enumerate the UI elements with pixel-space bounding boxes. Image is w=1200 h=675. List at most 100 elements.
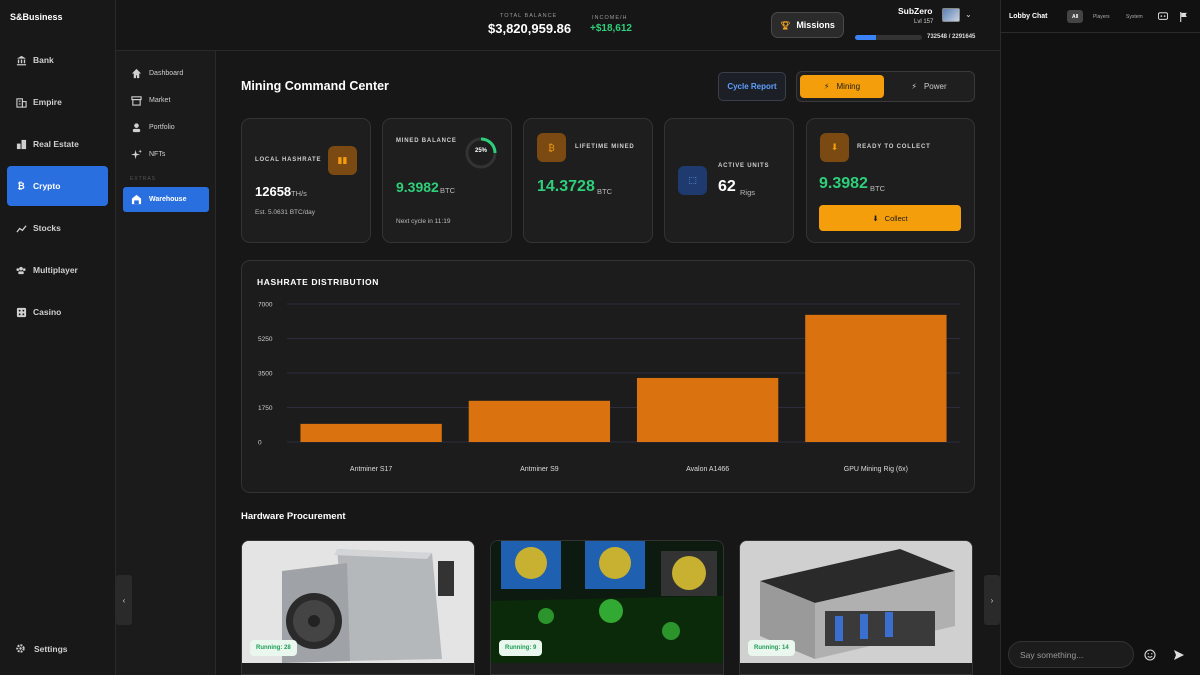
y-tick-label: 0 — [258, 440, 262, 447]
sparkle-icon — [131, 149, 142, 160]
main-content: Mining Command Center Cycle Report ⚡︎ Mi… — [216, 51, 1000, 675]
chat-tab-all[interactable]: All — [1067, 10, 1084, 23]
settings-label: Settings — [34, 644, 68, 654]
user-name[interactable]: SubZero — [898, 6, 932, 16]
nav-label: Casino — [33, 307, 62, 317]
missions-button[interactable]: 🏆︎ Missions — [771, 12, 844, 38]
xp-progress-bar — [855, 35, 922, 40]
subnav-label: Market — [149, 97, 171, 104]
collapse-chat-button[interactable]: › — [984, 575, 1000, 625]
subnav-item-dashboard[interactable]: Dashboard — [123, 61, 209, 86]
xp-progress-fill — [855, 35, 877, 40]
units-value: 62 — [718, 178, 736, 195]
chart-plot: 7000 5250 3500 1750 0 Antminer S17 Antminer S9… — [258, 302, 960, 473]
bolt-icon: ⚡︎ — [823, 82, 830, 91]
bar-chart-icon: ▮▮ — [328, 146, 357, 175]
hardware-card-antminer-s9[interactable]: Running: 9 — [490, 540, 724, 675]
main-sidebar: S&Business Bank Empire Real Estate ₿ Cry… — [0, 0, 116, 675]
nav-item-bank[interactable]: Bank — [7, 40, 108, 80]
collect-label: Collect — [884, 213, 908, 223]
x-tick-label: Antminer S17 — [350, 466, 393, 473]
mining-tab[interactable]: ⚡︎ Mining — [800, 75, 884, 98]
subnav-item-portfolio[interactable]: Portfolio — [123, 115, 209, 140]
nav-item-empire[interactable]: Empire — [7, 82, 108, 122]
y-tick-label: 7000 — [258, 302, 273, 309]
hardware-section-title: Hardware Procurement — [241, 511, 346, 522]
power-tab[interactable]: ⚡︎ Power — [887, 75, 971, 98]
card-active-units: ⬚ ACTIVE UNITS 62 Rigs — [664, 118, 794, 243]
income-value: +$18,612 — [590, 23, 632, 34]
nav-label: Crypto — [33, 181, 61, 191]
top-bar: TOTAL BALANCE $3,820,959.86 INCOME/H +$1… — [116, 0, 1000, 51]
bar[interactable] — [300, 423, 442, 442]
nav-item-crypto[interactable]: ₿ Crypto — [7, 166, 108, 206]
total-balance-value: $3,820,959.86 — [488, 21, 572, 36]
trophy-icon: 🏆︎ — [780, 20, 791, 30]
total-balance-label: TOTAL BALANCE — [500, 13, 558, 19]
nav-item-stocks[interactable]: Stocks — [7, 208, 108, 248]
x-tick-label: GPU Mining Rig (6x) — [844, 466, 908, 473]
user-level: Lvl 157 — [914, 19, 934, 25]
cycle-report-button[interactable]: Cycle Report — [718, 72, 786, 101]
chat-title: Lobby Chat — [1009, 13, 1048, 20]
card-label: READY TO COLLECT — [857, 144, 931, 150]
lifetime-unit: BTC — [597, 187, 612, 196]
cycle-progress-text: 25% — [474, 148, 487, 154]
download-icon: ⬇︎ — [872, 213, 879, 223]
collapse-sidebar-button[interactable]: ‹ — [116, 575, 132, 625]
flag-icon[interactable] — [1178, 11, 1189, 22]
mode-toggle: ⚡︎ Mining ⚡︎ Power — [796, 71, 975, 102]
bar[interactable] — [468, 400, 611, 442]
bitcoin-icon: ₿ — [537, 133, 566, 162]
brand-logo: S&Business — [10, 12, 63, 22]
bar[interactable] — [636, 377, 779, 442]
chat-header: Lobby Chat All Players System — [1001, 0, 1200, 33]
income-label: INCOME/H — [592, 15, 628, 21]
bank-icon — [15, 54, 27, 66]
collect-unit: BTC — [870, 184, 885, 193]
mined-unit: BTC — [440, 186, 455, 195]
emoji-icon[interactable] — [1143, 648, 1157, 662]
hashrate-estimate: Est. 5.0631 BTC/day — [255, 209, 315, 216]
card-footer — [242, 663, 474, 674]
lobby-chat-panel: Lobby Chat All Players System Say someth… — [1000, 0, 1200, 675]
nav-item-multiplayer[interactable]: Multiplayer — [7, 250, 108, 290]
collect-button[interactable]: ⬇︎ Collect — [819, 205, 961, 231]
card-footer — [740, 663, 972, 674]
subnav-item-nfts[interactable]: NFTs — [123, 142, 209, 167]
chat-input[interactable]: Say something... — [1008, 641, 1134, 668]
bolt-icon: ⚡︎ — [911, 82, 917, 91]
hashrate-distribution-chart: HASHRATE DISTRIBUTION 7000 5250 3500 1750 0 A… — [241, 260, 975, 493]
chat-tab-players[interactable]: Players — [1088, 10, 1115, 23]
chevron-down-icon[interactable]: ⌄ — [965, 10, 972, 19]
nav-item-real-estate[interactable]: Real Estate — [7, 124, 108, 164]
card-local-hashrate: LOCAL HASHRATE ▮▮ 12658 TH/s Est. 5.0631… — [241, 118, 371, 243]
send-icon[interactable] — [1172, 648, 1186, 662]
store-icon — [131, 95, 142, 106]
card-label: ACTIVE UNITS — [718, 163, 770, 169]
card-ready-to-collect: ⬇︎ READY TO COLLECT 9.3982 BTC ⬇︎ Collec… — [806, 118, 975, 243]
chip-icon: ⬚ — [678, 166, 707, 195]
card-label: LOCAL HASHRATE — [255, 157, 322, 163]
nav-label: Empire — [33, 97, 62, 107]
discord-icon[interactable] — [1157, 11, 1168, 22]
bar[interactable] — [805, 314, 947, 442]
running-badge: Running: 14 — [748, 640, 795, 656]
subnav-item-warehouse[interactable]: Warehouse — [123, 187, 209, 212]
settings-button[interactable]: Settings — [15, 643, 68, 655]
chat-tab-system[interactable]: System — [1121, 10, 1148, 23]
download-icon: ⬇︎ — [820, 133, 849, 162]
hardware-card-antminer-s17[interactable]: Running: 28 — [241, 540, 475, 675]
city-icon — [15, 138, 27, 150]
running-badge: Running: 28 — [250, 640, 297, 656]
subnav-item-market[interactable]: Market — [123, 88, 209, 113]
y-tick-label: 3500 — [258, 371, 273, 378]
avatar[interactable] — [942, 8, 960, 22]
subnav-label: Warehouse — [149, 196, 187, 203]
missions-label: Missions — [796, 20, 835, 30]
card-footer — [491, 663, 723, 674]
y-tick-label: 5250 — [258, 336, 273, 343]
x-tick-label: Avalon A1466 — [686, 466, 729, 473]
nav-item-casino[interactable]: Casino — [7, 292, 108, 332]
hardware-card-gpu-rig[interactable]: Running: 14 — [739, 540, 973, 675]
